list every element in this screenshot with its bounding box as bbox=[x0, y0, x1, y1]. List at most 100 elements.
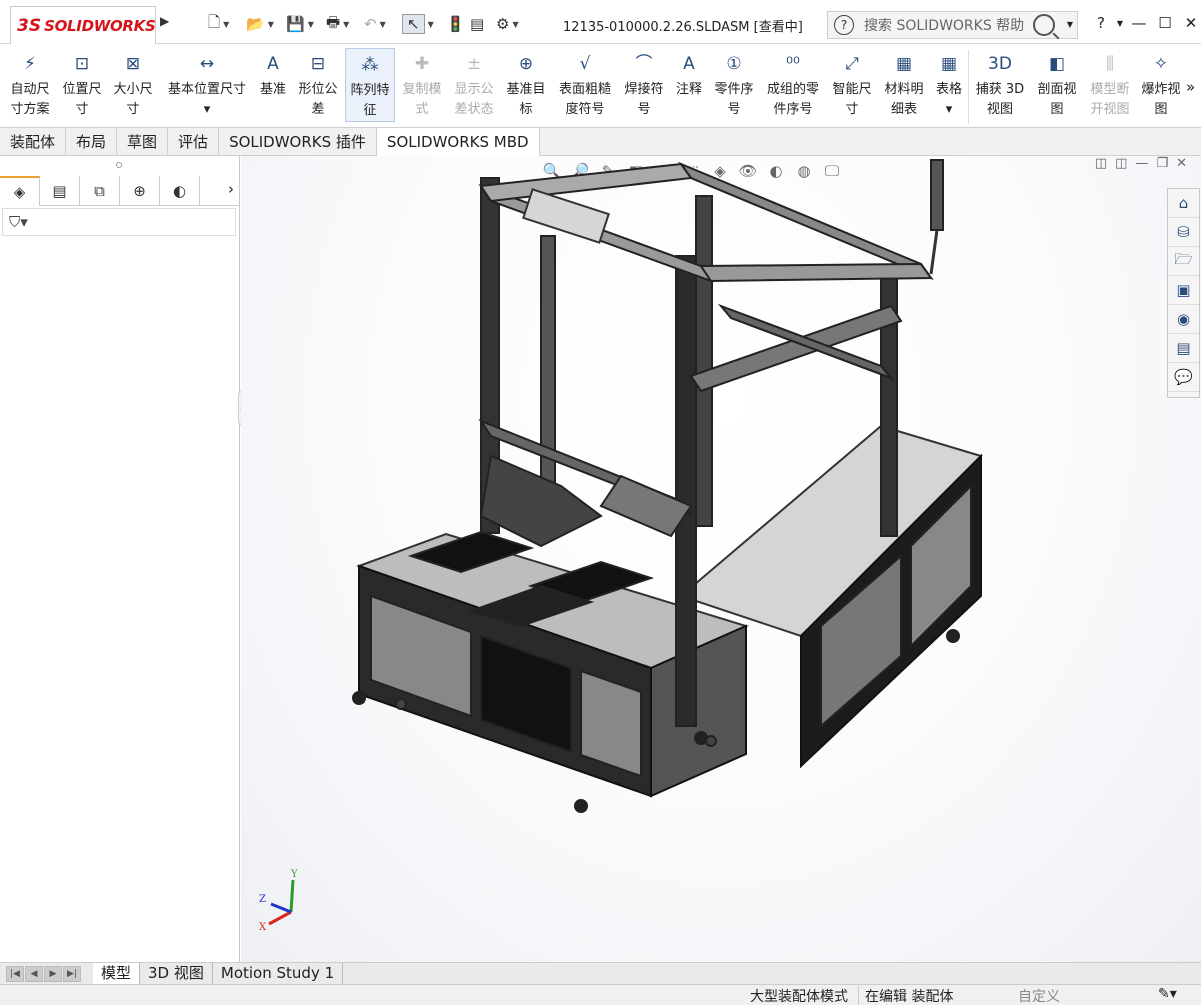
ribbon-icon-12: A bbox=[683, 54, 695, 74]
search-dropdown-icon[interactable]: ▼ bbox=[1067, 20, 1073, 29]
configuration-manager-tab[interactable]: ⧉ bbox=[80, 176, 120, 206]
signal-tower bbox=[930, 159, 944, 231]
open-folder-icon: 📂 bbox=[246, 15, 265, 33]
task-pane: ⌂ ⛁ 🗁 ▣ ◉ ▤ 💬 bbox=[1167, 188, 1200, 398]
help-button[interactable]: ? bbox=[1088, 14, 1114, 32]
filter-icon[interactable]: ⛉▾ bbox=[9, 213, 28, 231]
bottom-tab-0[interactable]: 模型 bbox=[93, 962, 141, 985]
help-search-box[interactable]: ? 搜索 SOLIDWORKS 帮助 ▼ bbox=[827, 11, 1078, 39]
ribbon-button-2[interactable]: ⊠ 大小尺寸 bbox=[108, 48, 158, 120]
ribbon-button-17[interactable]: ▦ 表格 ▾ bbox=[930, 48, 968, 120]
last-tab-icon[interactable]: ▶| bbox=[63, 965, 81, 982]
ribbon-button-16[interactable]: ▦ 材料明 细表 bbox=[880, 48, 928, 120]
ribbon-button-6[interactable]: ⁂ 阵列特征 bbox=[345, 48, 395, 122]
ribbon-overflow-icon[interactable]: » bbox=[1186, 78, 1195, 96]
maximize-button[interactable]: ☐ bbox=[1152, 14, 1178, 32]
save-button[interactable]: 💾 ▼ bbox=[286, 12, 314, 36]
display-manager-tab[interactable]: ◐ bbox=[160, 176, 200, 206]
foot-4 bbox=[946, 629, 960, 643]
print-button[interactable]: 🖶 ▼ bbox=[326, 12, 349, 36]
bottom-tab-1[interactable]: 3D 视图 bbox=[140, 962, 213, 985]
search-icon[interactable] bbox=[1033, 14, 1055, 36]
ribbon-button-10[interactable]: √ 表面粗糙 度符号 bbox=[553, 48, 617, 120]
cm-tab-1[interactable]: 布局 bbox=[66, 128, 118, 156]
ribbon-label-line1: 爆炸视 bbox=[1141, 82, 1181, 97]
undo-icon: ↶ bbox=[364, 15, 377, 33]
ribbon-button-15[interactable]: ⤢ 智能尺寸 bbox=[826, 48, 878, 120]
solidworks-logo[interactable]: 3S SOLIDWORKS bbox=[10, 6, 156, 44]
ribbon-button-13[interactable]: ① 零件序号 bbox=[709, 48, 759, 120]
feature-manager-tab[interactable]: ◈ bbox=[0, 176, 40, 206]
ribbon-icon-11: ⌒ bbox=[635, 54, 653, 74]
gear-icon: ⚙ bbox=[496, 15, 510, 33]
dimxpert-manager-tab[interactable]: ⊕ bbox=[120, 176, 160, 206]
rebuild-button[interactable]: 🚦 bbox=[446, 12, 465, 36]
status-bar: 大型装配体模式 在编辑 装配体 自定义 ✎▾ bbox=[0, 984, 1201, 1005]
command-manager-ribbon: ⚡ 自动尺 寸方案 ⊡ 位置尺寸 ⊠ 大小尺寸 ↔ 基本位置尺寸 ▾ A 基准 ⊟ 形位公差 ⁂ 阵列特征 ✚ 复… bbox=[0, 44, 1201, 128]
assembly-model-render[interactable] bbox=[241, 156, 1201, 962]
menu-expand-arrow-icon[interactable]: ▶ bbox=[160, 14, 169, 28]
panel-grip-icon[interactable] bbox=[116, 162, 122, 168]
triad-z-label: Z bbox=[259, 894, 266, 905]
ribbon-button-19[interactable]: ◧ 剖面视图 bbox=[1032, 48, 1082, 120]
ribbon-label-line2: 图 bbox=[1154, 102, 1168, 117]
new-document-button[interactable]: 🗋 ▼ bbox=[208, 12, 229, 36]
ribbon-label-line1: 基本位置尺寸 bbox=[167, 82, 246, 97]
close-button[interactable]: ✕ bbox=[1178, 14, 1201, 32]
status-rebuild-icon[interactable]: ✎▾ bbox=[1158, 986, 1177, 1002]
ribbon-label-line2: 标 bbox=[519, 102, 533, 117]
cm-tab-3[interactable]: 评估 bbox=[168, 128, 220, 156]
cm-tab-5[interactable]: SOLIDWORKS MBD bbox=[376, 128, 540, 156]
ribbon-button-4[interactable]: A 基准 bbox=[255, 48, 291, 100]
task-pane-file-explorer-icon[interactable]: 🗁 bbox=[1168, 247, 1199, 276]
ribbon-label-line1: 表面粗糙 bbox=[558, 82, 611, 97]
first-tab-icon[interactable]: |◀ bbox=[6, 965, 24, 982]
undo-button[interactable]: ↶ ▼ bbox=[364, 12, 386, 36]
feature-tree-filter[interactable]: ⛉▾ bbox=[2, 208, 236, 236]
cm-tab-0[interactable]: 装配体 bbox=[0, 128, 67, 156]
ribbon-label-line1: 焊接符 bbox=[624, 82, 664, 97]
ribbon-button-7[interactable]: ✚ 复制模式 bbox=[397, 48, 447, 120]
ribbon-button-8[interactable]: ± 显示公 差状态 bbox=[449, 48, 499, 120]
ribbon-icon-10: √ bbox=[579, 54, 591, 74]
ribbon-button-18[interactable]: 3D 捕获 3D 视图 bbox=[972, 48, 1028, 120]
ribbon-button-12[interactable]: A 注释 bbox=[671, 48, 707, 100]
prev-tab-icon[interactable]: ◀ bbox=[25, 965, 43, 982]
tab-scroll-arrows: |◀ ◀ ▶ ▶| bbox=[6, 965, 81, 982]
task-pane-design-library-icon[interactable]: ⛁ bbox=[1168, 218, 1199, 247]
help-dropdown-icon[interactable]: ▼ bbox=[1114, 19, 1126, 28]
frame-upright-5 bbox=[540, 235, 556, 517]
task-pane-forum-icon[interactable]: 💬 bbox=[1168, 363, 1199, 392]
graphics-viewport[interactable]: 🔍 🔎 ✎ ◧ ◉ ⬚ ◈ 👁 ◐ ◍ 🖵 ◫ ◫ — ❐ ✕ bbox=[241, 156, 1201, 962]
task-pane-view-palette-icon[interactable]: ▣ bbox=[1168, 276, 1199, 305]
ribbon-button-9[interactable]: ⊕ 基准目标 bbox=[501, 48, 551, 120]
ribbon-button-11[interactable]: ⌒ 焊接符号 bbox=[618, 48, 670, 120]
print-icon: 🖶 bbox=[326, 12, 341, 31]
next-tab-icon[interactable]: ▶ bbox=[44, 965, 62, 982]
cm-tab-2[interactable]: 草图 bbox=[117, 128, 169, 156]
open-document-button[interactable]: 📂 ▼ bbox=[246, 12, 274, 36]
ribbon-button-3[interactable]: ↔ 基本位置尺寸 ▾ bbox=[160, 48, 254, 120]
file-properties-button[interactable]: ▤ bbox=[470, 12, 484, 36]
task-pane-custom-properties-icon[interactable]: ▤ bbox=[1168, 334, 1199, 363]
options-button[interactable]: ⚙ ▼ bbox=[496, 12, 519, 36]
task-pane-home-icon[interactable]: ⌂ bbox=[1168, 189, 1199, 218]
search-input[interactable]: 搜索 SOLIDWORKS 帮助 bbox=[864, 15, 1033, 35]
ribbon-button-14[interactable]: ⁰⁰ 成组的零 件序号 bbox=[760, 48, 826, 120]
ribbon-button-20[interactable]: ⫼ 模型断 开视图 bbox=[1085, 48, 1135, 120]
ribbon-button-5[interactable]: ⊟ 形位公差 bbox=[292, 48, 344, 120]
ribbon-button-21[interactable]: ✧ 爆炸视图 bbox=[1137, 48, 1185, 120]
cm-tab-4[interactable]: SOLIDWORKS 插件 bbox=[219, 128, 377, 156]
status-custom-units[interactable]: 自定义 bbox=[1018, 986, 1060, 1005]
ribbon-label-line1: 复制模 bbox=[402, 82, 442, 97]
ribbon-label-line2: 式 bbox=[415, 102, 429, 117]
property-manager-tab[interactable]: ▤ bbox=[40, 176, 80, 206]
ribbon-button-0[interactable]: ⚡ 自动尺 寸方案 bbox=[4, 48, 56, 120]
minimize-button[interactable]: — bbox=[1126, 14, 1152, 32]
foot-5 bbox=[395, 698, 407, 710]
bottom-tab-2[interactable]: Motion Study 1 bbox=[213, 962, 344, 985]
ribbon-button-1[interactable]: ⊡ 位置尺寸 bbox=[57, 48, 107, 120]
select-button[interactable]: ↖ ▼ bbox=[402, 12, 434, 36]
manager-tabs-more-icon[interactable]: › bbox=[228, 180, 234, 198]
task-pane-appearances-icon[interactable]: ◉ bbox=[1168, 305, 1199, 334]
